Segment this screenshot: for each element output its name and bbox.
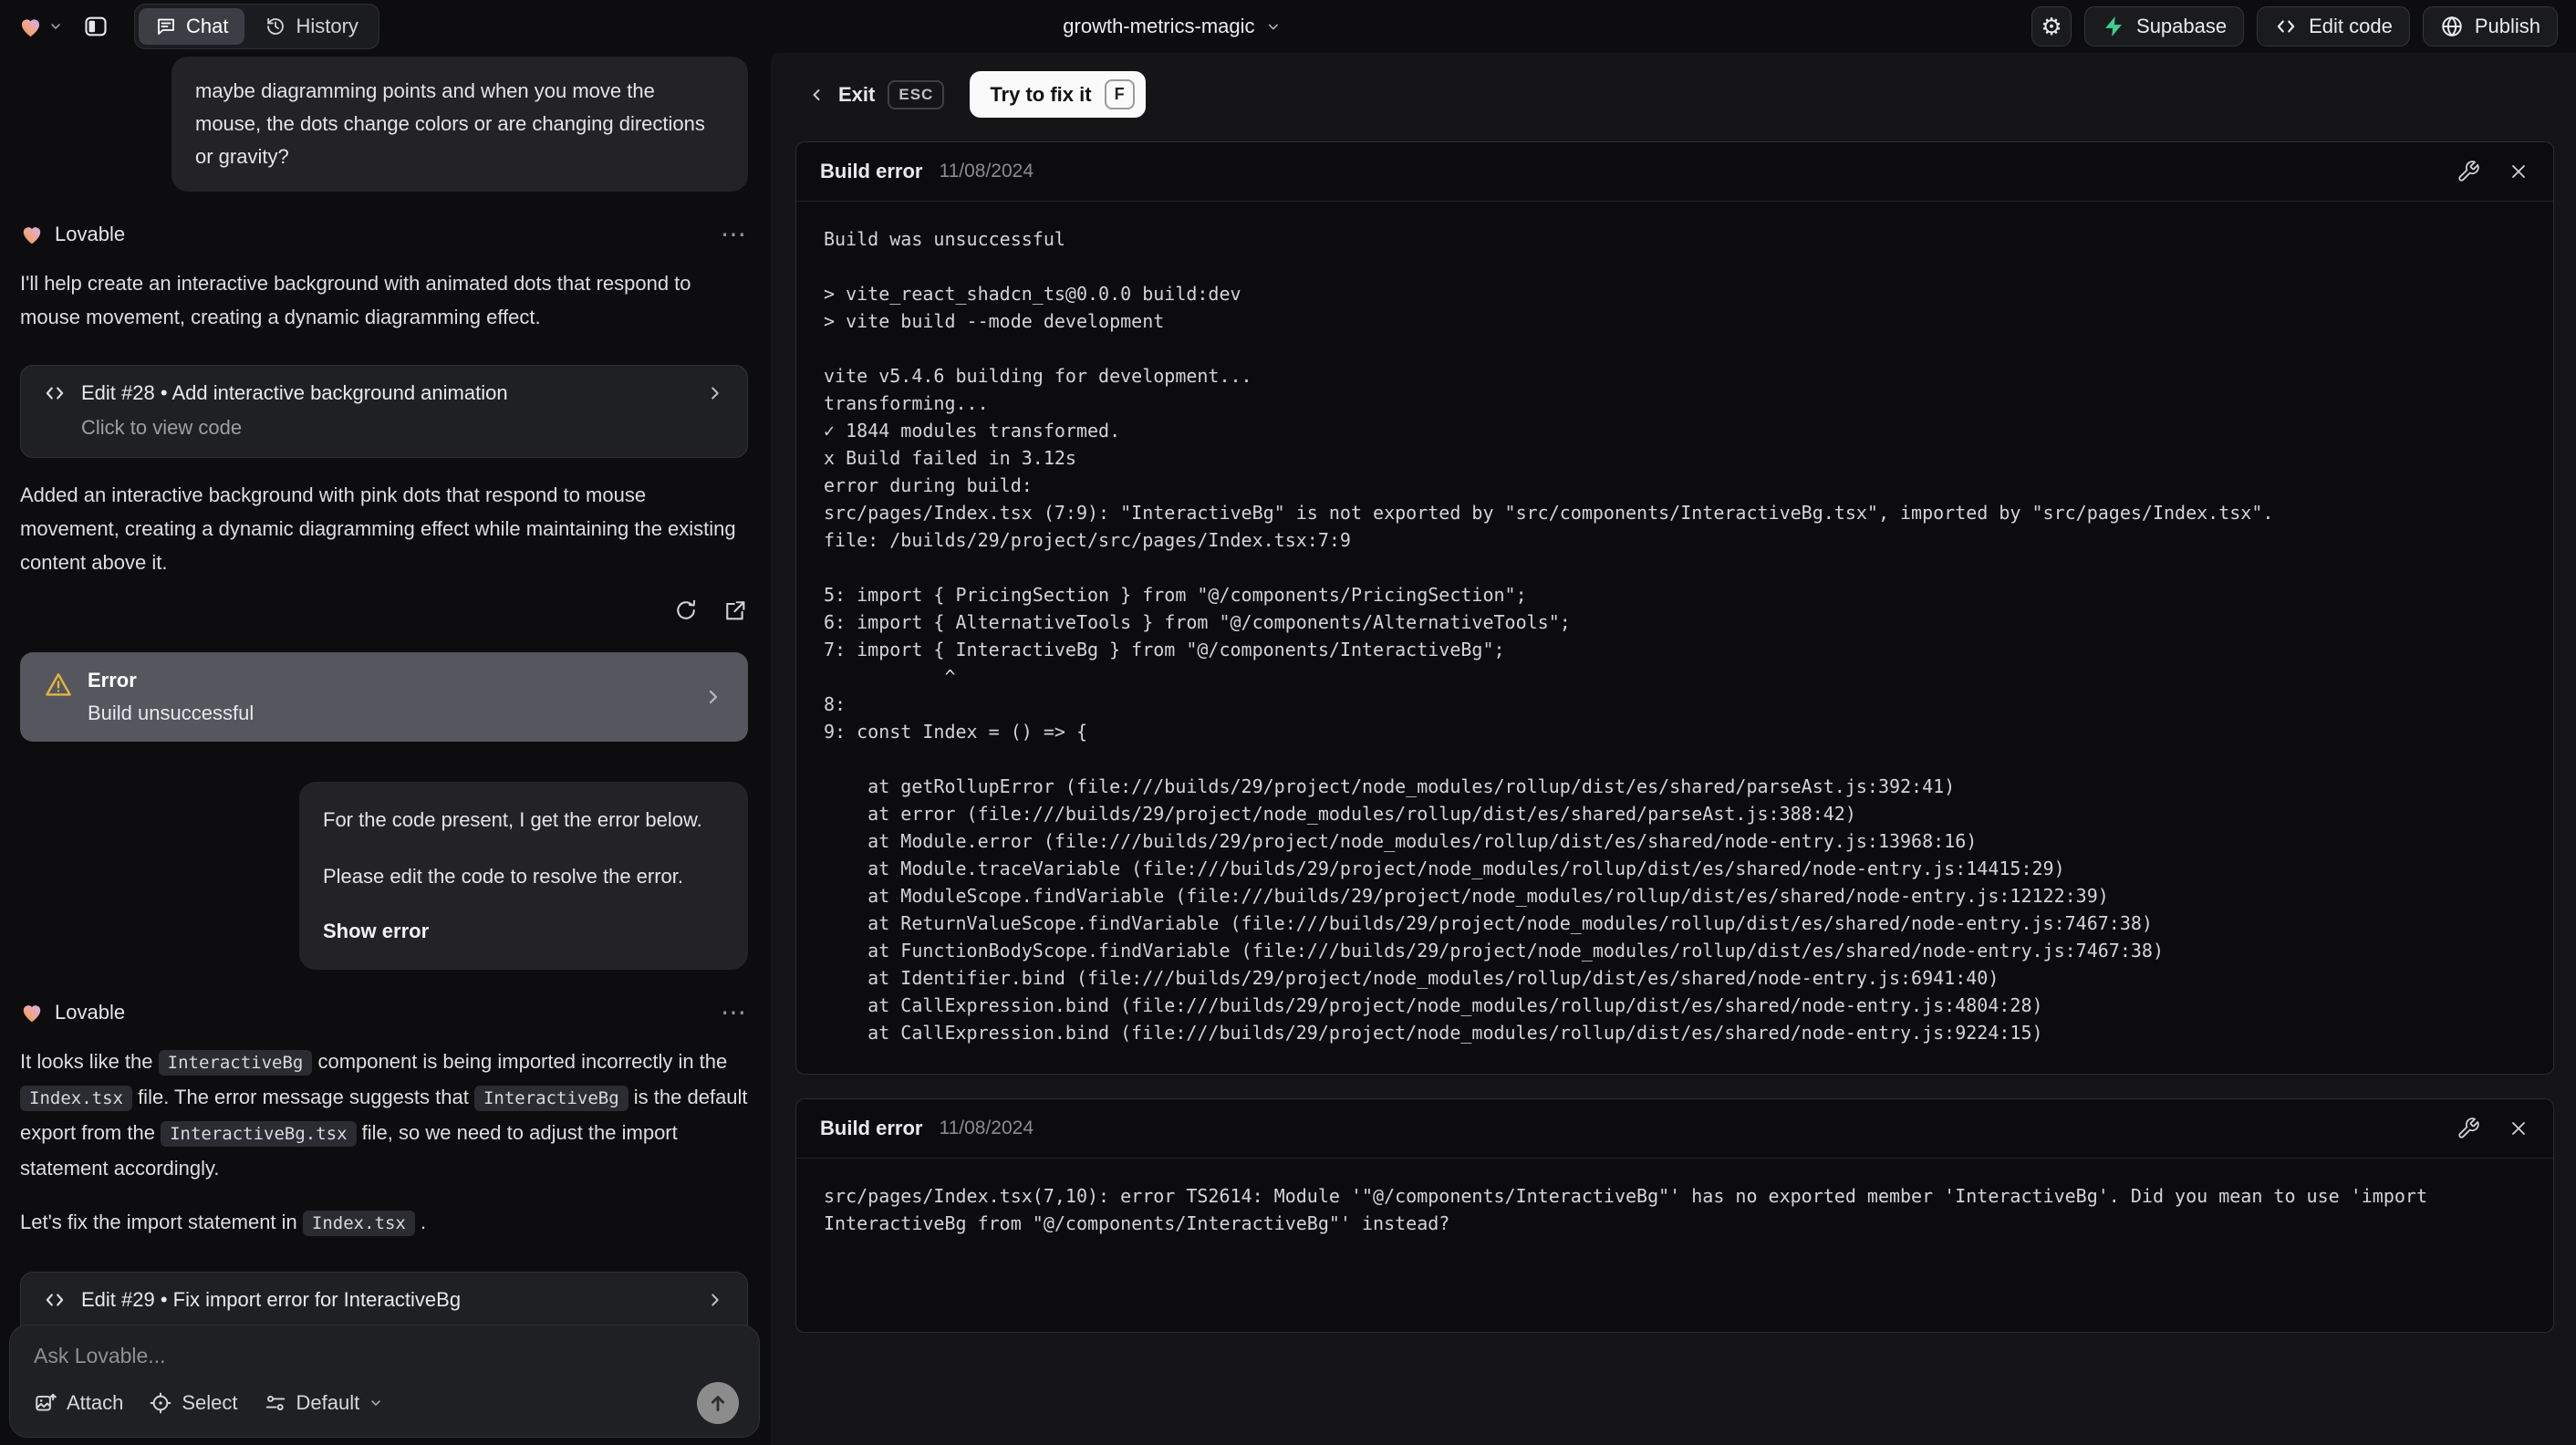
refresh-icon[interactable] [673, 598, 699, 623]
attach-button[interactable]: Attach [34, 1391, 123, 1415]
warning-triangle-icon [44, 671, 73, 700]
build-error-date: 11/08/2024 [939, 1118, 1034, 1138]
build-error-log: Build was unsuccessful > vite_react_shad… [824, 228, 2274, 1044]
attach-label: Attach [67, 1391, 124, 1414]
lovable-heart-icon [18, 15, 43, 39]
chevron-down-icon [369, 1396, 383, 1410]
supabase-label: Supabase [2136, 15, 2228, 37]
ask-lovable-input[interactable] [34, 1344, 739, 1382]
chat-history-tabs: Chat History [134, 4, 379, 49]
supabase-bolt-icon [2102, 15, 2125, 38]
user-message: For the code present, I get the error be… [299, 782, 748, 970]
model-default-button[interactable]: Default [264, 1391, 384, 1415]
build-error-card-2: Build error 11/08/2024 src/pages/Index.t… [795, 1098, 2554, 1333]
project-name: growth-metrics-magic [1063, 15, 1255, 37]
tab-history-label: History [296, 15, 358, 37]
f-key-badge: F [1104, 79, 1135, 109]
lovable-heart-icon [20, 1001, 44, 1024]
project-switcher[interactable]: growth-metrics-magic [1063, 0, 1281, 53]
user-message-line: Please edit the code to resolve the erro… [323, 865, 684, 888]
assistant-fix-text-2: Let's fix the import statement in Index.… [20, 1205, 748, 1241]
code-icon [2274, 15, 2298, 38]
close-icon[interactable] [2508, 1118, 2529, 1139]
error-card-title: Error [88, 669, 137, 691]
chevron-right-icon [705, 383, 725, 403]
edit-code-button[interactable]: Edit code [2257, 6, 2410, 47]
publish-label: Publish [2474, 15, 2540, 37]
wrench-icon[interactable] [2457, 160, 2480, 183]
edit-28-card[interactable]: Edit #28 • Add interactive background an… [20, 365, 748, 458]
assistant-name: Lovable [55, 1001, 126, 1024]
build-error-title: Build error [820, 1117, 923, 1139]
send-button[interactable] [697, 1382, 739, 1424]
chevron-right-icon [702, 686, 724, 708]
exit-label: Exit [838, 82, 876, 106]
chat-bubble-icon [155, 16, 177, 37]
user-message-line: For the code present, I get the error be… [323, 808, 702, 831]
user-message-text: maybe diagramming points and when you mo… [195, 79, 705, 168]
model-label: Default [296, 1391, 360, 1414]
topbar: Chat History growth-metrics-magic ⚙ Supa… [0, 0, 2576, 53]
close-icon[interactable] [2508, 161, 2529, 182]
show-error-link[interactable]: Show error [323, 915, 724, 948]
build-error-log: src/pages/Index.tsx(7,10): error TS2614:… [824, 1185, 2439, 1234]
build-error-card-1: Build error 11/08/2024 Build was unsucce… [795, 141, 2554, 1075]
arrow-up-icon [706, 1391, 730, 1415]
chevron-right-icon [705, 1290, 725, 1310]
chat-composer: Attach Select Default [9, 1325, 760, 1438]
exit-button[interactable]: Exit ESC [807, 79, 945, 109]
settings-button[interactable]: ⚙ [2031, 6, 2072, 47]
user-message: maybe diagramming points and when you mo… [171, 57, 748, 192]
try-to-fix-button[interactable]: Try to fix it F [970, 71, 1146, 118]
tab-chat[interactable]: Chat [139, 8, 245, 45]
sliders-icon [264, 1391, 287, 1415]
chat-panel: maybe diagramming points and when you mo… [0, 53, 771, 1445]
assistant-header: Lovable ⋯ [20, 222, 748, 247]
publish-button[interactable]: Publish [2422, 6, 2558, 47]
error-preview-panel: Exit ESC Try to fix it F Build error 11/… [771, 53, 2576, 1445]
chevron-left-icon [807, 86, 826, 104]
chevron-down-icon [1266, 19, 1282, 35]
build-error-summary-card[interactable]: Error Build unsuccessful [20, 652, 748, 742]
code-icon [43, 1288, 67, 1312]
edit-28-title: Edit #28 • Add interactive background an… [81, 381, 508, 404]
wrench-icon[interactable] [2457, 1117, 2480, 1140]
code-icon [43, 381, 67, 405]
assistant-summary-text: Added an interactive background with pin… [20, 483, 736, 574]
image-attach-icon [34, 1391, 57, 1415]
sidebar-toggle-icon[interactable] [83, 14, 109, 39]
lovable-logo-menu[interactable] [18, 15, 63, 39]
tab-history[interactable]: History [248, 8, 374, 45]
globe-icon [2440, 15, 2464, 38]
message-actions [20, 598, 748, 623]
build-error-date: 11/08/2024 [939, 161, 1034, 182]
open-preview-icon[interactable] [722, 598, 748, 623]
edit-code-label: Edit code [2309, 15, 2393, 37]
target-icon [149, 1391, 172, 1415]
history-icon [265, 16, 286, 37]
chevron-down-icon [48, 19, 63, 34]
supabase-button[interactable]: Supabase [2084, 6, 2245, 47]
esc-key-badge: ESC [888, 79, 945, 109]
error-card-subtitle: Build unsuccessful [88, 702, 254, 724]
message-menu-icon[interactable]: ⋯ [721, 222, 748, 247]
select-label: Select [182, 1391, 238, 1414]
edit-29-title: Edit #29 • Fix import error for Interact… [81, 1288, 462, 1311]
assistant-intro-text: I'll help create an interactive backgrou… [20, 272, 691, 328]
lovable-heart-icon [20, 223, 44, 246]
assistant-name: Lovable [55, 223, 126, 245]
assistant-header: Lovable ⋯ [20, 1000, 748, 1025]
assistant-fix-text: It looks like the InteractiveBg componen… [20, 1050, 748, 1180]
select-element-button[interactable]: Select [149, 1391, 238, 1415]
edit-28-subtitle: Click to view code [81, 416, 243, 439]
tab-chat-label: Chat [186, 15, 229, 37]
fix-label: Try to fix it [990, 82, 1092, 106]
build-error-title: Build error [820, 160, 923, 182]
message-menu-icon[interactable]: ⋯ [721, 1000, 748, 1025]
gear-icon: ⚙ [2041, 12, 2062, 40]
